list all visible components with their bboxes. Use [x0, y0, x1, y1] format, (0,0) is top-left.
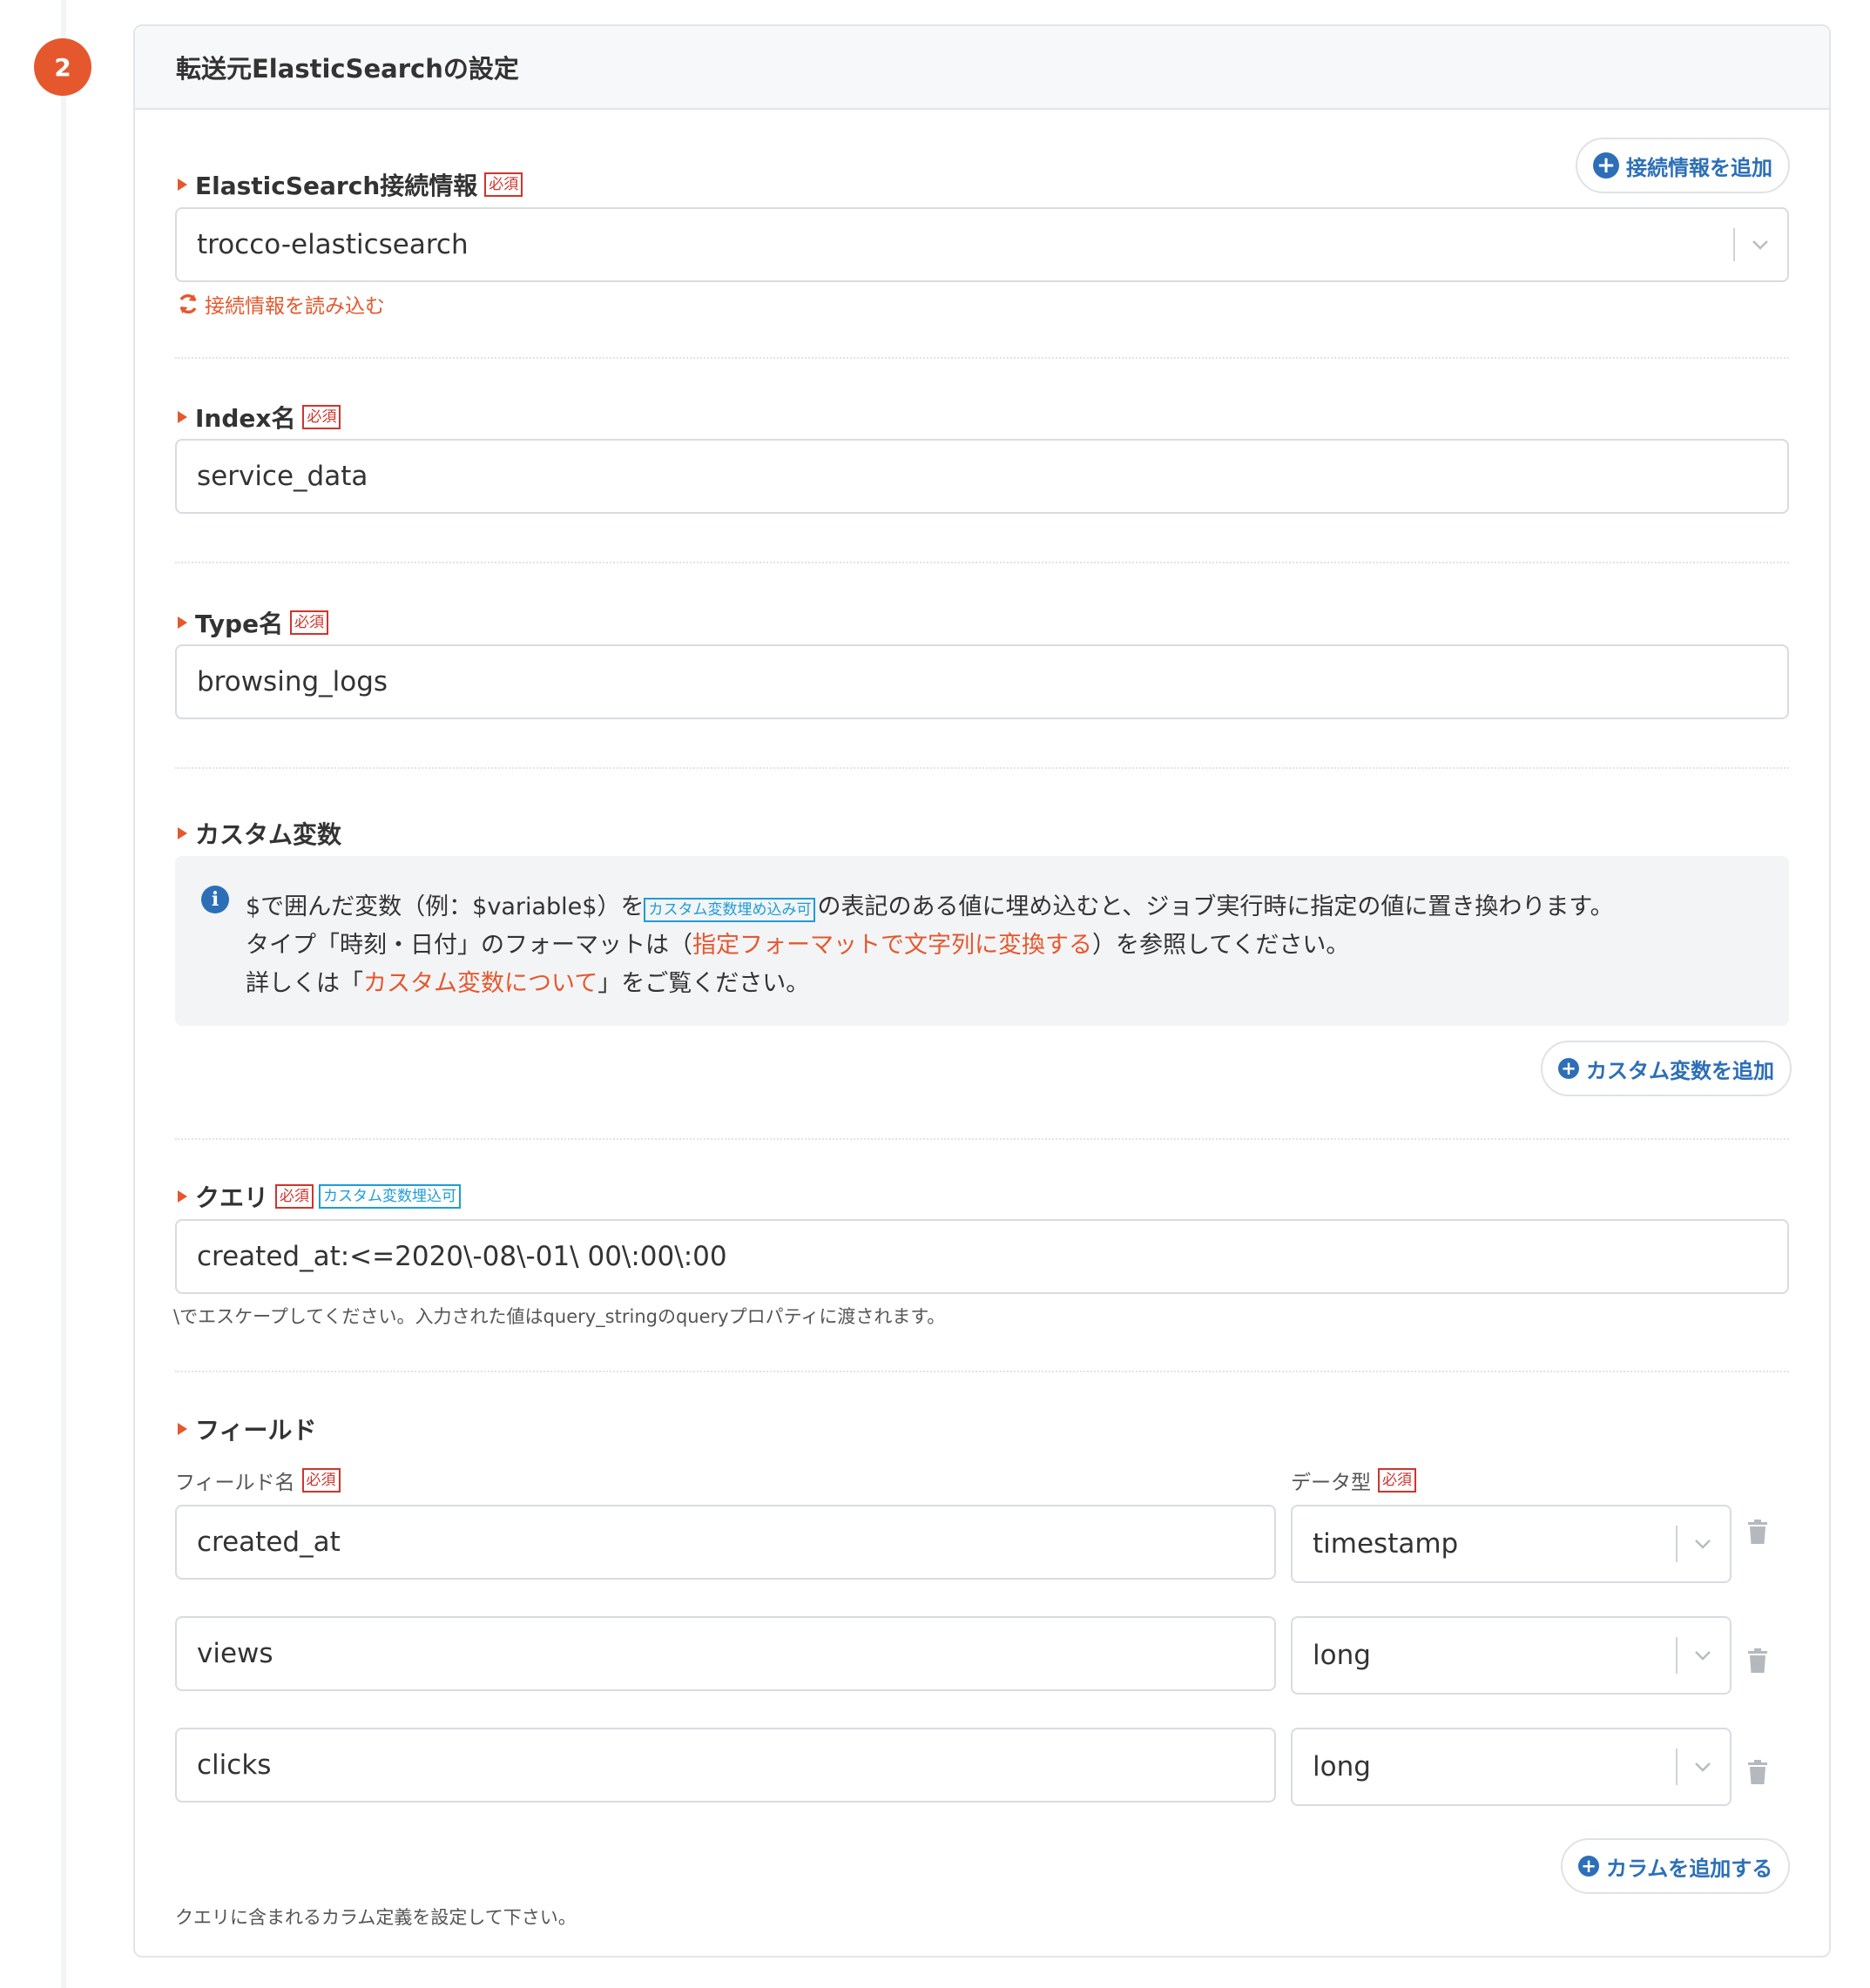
field-name-input[interactable]: views: [175, 1616, 1276, 1691]
query-value: created_at:<=2020\-08\-01\ 00\:00\:00: [197, 1241, 727, 1272]
chevron-down-icon[interactable]: [1676, 1618, 1730, 1693]
reload-connection-link[interactable]: 接続情報を読み込む: [177, 289, 385, 319]
info-icon: i: [201, 886, 229, 913]
trash-icon[interactable]: [1748, 1520, 1767, 1544]
plus-circle-icon: +: [1558, 1058, 1579, 1079]
type-input[interactable]: browsing_logs: [175, 644, 1789, 719]
caret-right-icon: [178, 411, 187, 423]
about-custom-vars-link[interactable]: カスタム変数について: [363, 970, 597, 997]
caret-right-icon: [178, 1423, 187, 1435]
trash-icon[interactable]: [1748, 1760, 1767, 1784]
query-label: クエリ: [195, 1183, 269, 1212]
card-title: 転送元ElasticSearchの設定: [135, 26, 1829, 110]
caret-right-icon: [178, 617, 187, 629]
type-value: browsing_logs: [197, 666, 388, 697]
data-type-select[interactable]: long: [1291, 1728, 1732, 1806]
caret-right-icon: [178, 1190, 187, 1203]
custom-var-embed-badge: カスタム変数埋め込み可: [644, 898, 816, 922]
step-number-badge: 2: [34, 38, 91, 96]
required-badge: 必須: [484, 172, 523, 197]
refresh-icon: [179, 293, 197, 314]
info-line-2: タイプ「時刻・日付」のフォーマットは（指定フォーマットで文字列に変換する）を参照…: [246, 932, 1350, 959]
index-label: Index名: [195, 404, 296, 433]
data-type-select[interactable]: long: [1291, 1616, 1732, 1695]
caret-right-icon: [178, 827, 187, 839]
custom-vars-label-row: カスタム変数: [178, 816, 341, 851]
custom-vars-info-box: i $で囲んだ変数（例：$variable$）を カスタム変数埋め込み可 の表記のあ…: [175, 856, 1789, 1026]
query-label-row: クエリ 必須 カスタム変数埋込可: [178, 1179, 462, 1214]
fields-footer-note: クエリに含まれるカラム定義を設定して下さい。: [175, 1907, 577, 1928]
field-name-input[interactable]: clicks: [175, 1728, 1276, 1803]
fields-label-row: フィールド: [178, 1412, 316, 1446]
required-badge: 必須: [275, 1184, 314, 1209]
add-connection-button[interactable]: + 接続情報を追加: [1576, 138, 1790, 193]
caret-right-icon: [178, 179, 187, 191]
required-badge: 必須: [290, 610, 329, 635]
add-column-label: カラムを追加する: [1606, 1856, 1773, 1881]
reload-connection-label: 接続情報を読み込む: [205, 295, 385, 318]
section-divider: [175, 1371, 1789, 1372]
section-divider: [175, 357, 1789, 359]
chevron-down-icon[interactable]: [1733, 209, 1787, 280]
section-divider: [175, 562, 1789, 563]
field-name-input[interactable]: created_at: [175, 1505, 1276, 1580]
plus-circle-icon: +: [1578, 1856, 1599, 1877]
required-badge: 必須: [302, 405, 341, 429]
add-custom-var-label: カスタム変数を追加: [1586, 1058, 1774, 1083]
section-divider: [175, 767, 1789, 769]
chevron-down-icon[interactable]: [1676, 1506, 1730, 1581]
connection-selected-value: trocco-elasticsearch: [197, 229, 469, 260]
data-type-header: データ型 必須: [1291, 1466, 1416, 1495]
custom-vars-label: カスタム変数: [195, 820, 342, 849]
field-name-header: フィールド名 必須: [175, 1466, 341, 1495]
info-line-1: $で囲んだ変数（例：$variable$）を カスタム変数埋め込み可 の表記のある値…: [246, 893, 1614, 922]
add-column-button[interactable]: + カラムを追加する: [1561, 1838, 1791, 1894]
index-value: service_data: [197, 461, 368, 492]
add-custom-var-button[interactable]: + カスタム変数を追加: [1541, 1041, 1792, 1096]
info-line-3: 詳しくは「カスタム変数について」をご覧ください。: [246, 970, 810, 997]
chevron-down-icon[interactable]: [1676, 1729, 1730, 1804]
add-connection-label: 接続情報を追加: [1626, 155, 1772, 180]
index-label-row: Index名 必須: [178, 400, 341, 435]
custom-var-embed-badge: カスタム変数埋込可: [319, 1184, 462, 1209]
required-badge: 必須: [301, 1468, 341, 1493]
plus-circle-icon: +: [1593, 152, 1619, 179]
required-badge: 必須: [1378, 1468, 1416, 1493]
connection-select[interactable]: trocco-elasticsearch: [175, 207, 1789, 282]
query-hint: \でエスケープしてください。入力された値はquery_stringのqueryプ…: [173, 1306, 946, 1327]
trash-icon[interactable]: [1748, 1648, 1767, 1673]
fields-label: フィールド: [195, 1416, 317, 1445]
format-conversion-link[interactable]: 指定フォーマットで文字列に変換する: [692, 932, 1092, 959]
step-rail: [61, 0, 66, 1988]
connection-label: ElasticSearch接続情報: [195, 172, 478, 200]
query-input[interactable]: created_at:<=2020\-08\-01\ 00\:00\:00: [175, 1219, 1789, 1294]
type-label-row: Type名 必須: [178, 605, 329, 640]
data-type-select[interactable]: timestamp: [1291, 1505, 1732, 1583]
index-input[interactable]: service_data: [175, 439, 1789, 514]
type-label: Type名: [195, 610, 284, 638]
section-divider: [175, 1138, 1789, 1140]
connection-label-row: ElasticSearch接続情報 必須: [178, 167, 523, 202]
